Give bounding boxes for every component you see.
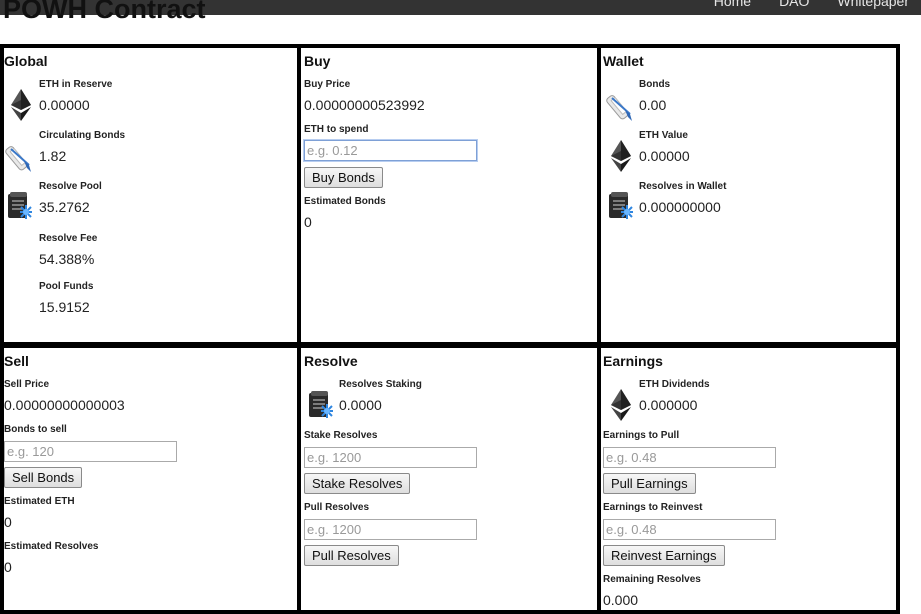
nav-dao-link[interactable]: DAO (779, 0, 809, 15)
pull-resolves-input[interactable] (304, 519, 477, 540)
earnings-to-reinvest-label: Earnings to Reinvest (603, 502, 703, 513)
panel-title: Earnings (603, 353, 663, 369)
remaining-resolves-value: 0.000 (603, 592, 639, 608)
eth-value-label: ETH Value (639, 130, 688, 141)
bonds-value: 0.00 (639, 97, 667, 113)
earnings-panel: Earnings ETH Dividends 0.000000 Earnings… (597, 344, 900, 614)
estimated-bonds-value: 0 (304, 214, 312, 230)
estimated-eth-label: Estimated ETH (4, 496, 75, 507)
eth-reserve-value: 0.00000 (39, 97, 90, 113)
page-title: POWH Contract (3, 0, 206, 24)
resolves-in-wallet-value: 0.000000000 (639, 199, 721, 215)
scroll-document-icon (5, 189, 33, 223)
pool-funds-value: 15.9152 (39, 299, 90, 315)
buy-price-label: Buy Price (304, 79, 351, 90)
resolve-fee-label: Resolve Fee (39, 233, 98, 244)
ethereum-icon (7, 88, 35, 122)
scroll-document-icon (306, 388, 334, 422)
pool-funds-label: Pool Funds (39, 281, 94, 292)
panel-title: Wallet (603, 53, 644, 69)
stake-resolves-button[interactable]: Stake Resolves (304, 473, 411, 494)
pull-resolves-label: Pull Resolves (304, 502, 370, 513)
estimated-resolves-label: Estimated Resolves (4, 541, 99, 552)
earnings-to-pull-input[interactable] (603, 447, 776, 468)
resolve-panel: Resolve Resolves Staking 0.0000 Stake Re… (297, 344, 601, 614)
circulating-bonds-value: 1.82 (39, 148, 67, 164)
resolves-in-wallet-label: Resolves in Wallet (639, 181, 727, 192)
panel-title: Sell (4, 353, 29, 369)
wallet-panel: Wallet Bonds 0.00 ETH Value 0.00000 Reso… (597, 44, 900, 346)
earnings-to-reinvest-input[interactable] (603, 519, 776, 540)
diploma-scroll-icon (5, 139, 33, 173)
eth-dividends-value: 0.000000 (639, 397, 698, 413)
earnings-to-pull-label: Earnings to Pull (603, 430, 680, 441)
estimated-bonds-label: Estimated Bonds (304, 196, 386, 207)
estimated-eth-value: 0 (4, 514, 12, 530)
reinvest-earnings-button[interactable]: Reinvest Earnings (603, 545, 725, 566)
eth-dividends-label: ETH Dividends (639, 379, 710, 390)
sell-price-label: Sell Price (4, 379, 50, 390)
eth-reserve-label: ETH in Reserve (39, 79, 113, 90)
stake-resolves-label: Stake Resolves (304, 430, 378, 441)
ethereum-icon (607, 388, 635, 422)
panel-title: Resolve (304, 353, 358, 369)
sell-price-value: 0.00000000000003 (4, 397, 125, 413)
eth-to-spend-label: ETH to spend (304, 124, 369, 135)
diploma-scroll-icon (606, 88, 634, 122)
panel-title: Buy (304, 53, 331, 69)
remaining-resolves-label: Remaining Resolves (603, 574, 701, 585)
buy-price-value: 0.00000000523992 (304, 97, 425, 113)
sell-bonds-button[interactable]: Sell Bonds (4, 467, 83, 488)
global-panel: Global ETH in Reserve 0.00000 Circulatin… (0, 44, 301, 346)
resolves-staking-value: 0.0000 (339, 397, 382, 413)
bonds-to-sell-input[interactable] (4, 441, 177, 462)
eth-to-spend-input[interactable] (304, 140, 477, 161)
resolves-staking-label: Resolves Staking (339, 379, 422, 390)
circulating-bonds-label: Circulating Bonds (39, 130, 126, 141)
scroll-document-icon (606, 189, 634, 223)
nav-home-link[interactable]: Home (714, 0, 751, 15)
sell-panel: Sell Sell Price 0.00000000000003 Bonds t… (0, 344, 301, 614)
nav-links: Home DAO Whitepaper (714, 0, 909, 15)
eth-value-value: 0.00000 (639, 148, 690, 164)
pull-earnings-button[interactable]: Pull Earnings (603, 473, 696, 494)
estimated-resolves-value: 0 (4, 559, 12, 575)
ethereum-icon (607, 139, 635, 173)
resolve-fee-value: 54.388% (39, 251, 95, 267)
resolve-pool-label: Resolve Pool (39, 181, 102, 192)
panel-title: Global (4, 53, 48, 69)
resolve-pool-value: 35.2762 (39, 199, 90, 215)
bonds-to-sell-label: Bonds to sell (4, 424, 67, 435)
bonds-label: Bonds (639, 79, 671, 90)
pull-resolves-button[interactable]: Pull Resolves (304, 545, 399, 566)
nav-whitepaper-link[interactable]: Whitepaper (837, 0, 909, 15)
buy-bonds-button[interactable]: Buy Bonds (304, 167, 383, 188)
stake-resolves-input[interactable] (304, 447, 477, 468)
buy-panel: Buy Buy Price 0.00000000523992 ETH to sp… (297, 44, 601, 346)
